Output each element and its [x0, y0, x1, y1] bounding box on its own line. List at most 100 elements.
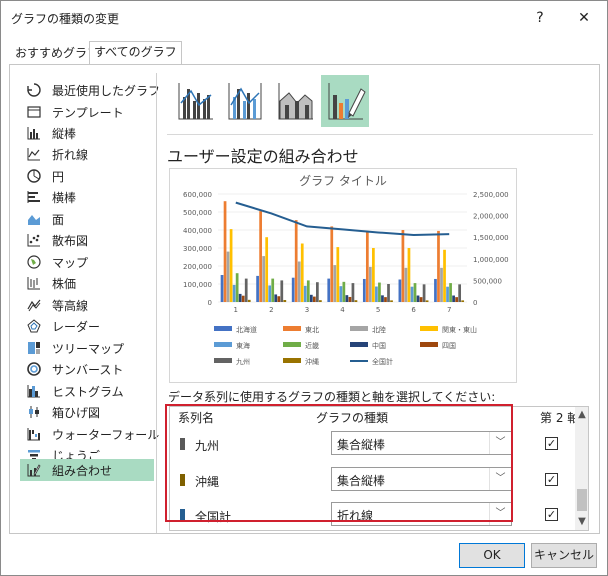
ok-button[interactable]: OK — [459, 543, 525, 568]
sidebar-item-label: ウォーターフォール — [52, 428, 160, 442]
secondary-axis-checkbox[interactable]: ✓ — [545, 473, 558, 486]
sidebar-item-label: マップ — [52, 256, 89, 270]
legend-label: 東海 — [236, 341, 250, 350]
secondary-axis-checkbox[interactable]: ✓ — [545, 508, 558, 521]
pie-chart-icon — [26, 168, 42, 184]
chevron-down-icon[interactable]: ﹀ — [489, 503, 511, 525]
y-tick-label: 400,000 — [183, 227, 212, 235]
cancel-button[interactable]: キャンセル — [531, 543, 597, 568]
bar — [259, 211, 262, 302]
stock-chart-icon — [26, 275, 42, 291]
close-button[interactable]: ✕ — [573, 7, 595, 29]
dialog-title: グラフの種類の変更 — [11, 12, 120, 26]
legend-swatch — [283, 342, 301, 347]
y-tick-label: 600,000 — [183, 191, 212, 199]
y-tick-label: 300,000 — [183, 245, 212, 253]
bar-chart-icon — [26, 189, 42, 205]
sidebar-item-surface-chart[interactable]: 等高線 — [20, 294, 154, 316]
series-scrollbar[interactable]: ▲ ▼ — [575, 407, 588, 530]
bar — [303, 285, 307, 302]
bar — [306, 280, 310, 302]
combo-chart: グラフ タイトル 600,000 500,000 400,000 300,000 200,… — [183, 174, 509, 366]
sidebar-item-label: 組み合わせ — [52, 464, 113, 478]
sidebar-item-histogram-chart[interactable]: ヒストグラム — [20, 380, 154, 402]
legend-label: 東北 — [305, 325, 319, 334]
bar — [327, 278, 331, 302]
series-table: 系列名 グラフの種類 第 2 軸 九州 集合縦棒 ﹀ ✓ 沖縄 集合縦棒 ﹀ ✓ 全国計 折れ線 ﹀… — [169, 406, 589, 531]
sidebar-item-label: 散布図 — [52, 234, 89, 248]
sidebar-item-pie-chart[interactable]: 円 — [20, 165, 154, 187]
y2-tick-label: 0 — [473, 299, 477, 307]
sidebar-item-line-chart[interactable]: 折れ線 — [20, 143, 154, 165]
stacked-area-column-icon[interactable] — [271, 75, 319, 127]
bar — [339, 286, 343, 302]
bar — [401, 230, 405, 302]
sidebar-item-waterfall-chart[interactable]: ウォーターフォール — [20, 423, 159, 445]
sidebar-item-treemap-chart[interactable]: ツリーマップ — [20, 337, 154, 359]
bar — [416, 295, 420, 302]
sidebar-item-template[interactable]: テンプレート — [20, 101, 154, 123]
bar — [312, 296, 316, 302]
sidebar-item-box-whisker-chart[interactable]: 箱ひげ図 — [20, 401, 154, 423]
x-tick-label: 5 — [376, 306, 380, 314]
bar — [452, 295, 455, 302]
clustered-column-line-icon[interactable] — [171, 75, 219, 127]
custom-combination-icon[interactable] — [321, 75, 369, 127]
combo-chart-icon — [26, 462, 42, 478]
line-chart-icon — [26, 146, 42, 162]
clustered-column-line-secondary-icon[interactable] — [221, 75, 269, 127]
chart-type-value: 集合縦棒 — [337, 438, 386, 452]
legend-swatch — [214, 326, 232, 331]
sidebar-item-area-chart[interactable]: 面 — [20, 208, 154, 230]
sidebar-item-label: レーダー — [52, 320, 101, 334]
bar — [294, 220, 298, 302]
scroll-up-arrow-icon[interactable]: ▲ — [575, 407, 588, 423]
chevron-down-icon[interactable]: ﹀ — [489, 468, 511, 490]
legend-swatch — [283, 358, 301, 363]
bar — [226, 251, 230, 302]
chart-options-panel: ユーザー設定の組み合わせ グラフ タイトル 600,000 500,000 400,0… — [157, 65, 599, 533]
bar — [449, 283, 452, 302]
series-color-swatch — [180, 438, 185, 450]
sidebar-item-recent[interactable]: 最近使用したグラフ — [20, 79, 160, 101]
chart-title: グラフ タイトル — [299, 174, 387, 188]
combo-type-title: ユーザー設定の組み合わせ — [167, 147, 359, 166]
waterfall-chart-icon — [26, 426, 42, 442]
series-name: 九州 — [195, 439, 220, 453]
chevron-down-icon[interactable]: ﹀ — [489, 432, 511, 454]
legend-label: 九州 — [236, 357, 250, 366]
scroll-thumb[interactable] — [577, 489, 587, 511]
x-tick-label: 3 — [305, 306, 309, 314]
series-row: 九州 集合縦棒 ﹀ ✓ — [170, 426, 575, 460]
legend-label: 中国 — [372, 341, 386, 350]
chart-type-select[interactable]: 折れ線 ﹀ — [331, 502, 512, 526]
legend-swatch — [283, 326, 301, 331]
bar — [232, 284, 236, 302]
sidebar-item-scatter-chart[interactable]: 散布図 — [20, 229, 154, 251]
legend-swatch — [214, 358, 232, 363]
template-icon — [26, 104, 42, 120]
scroll-down-arrow-icon[interactable]: ▼ — [575, 514, 588, 530]
bar — [407, 248, 411, 302]
legend-swatch — [420, 342, 438, 347]
chart-type-select[interactable]: 集合縦棒 ﹀ — [331, 467, 512, 491]
secondary-axis-checkbox[interactable]: ✓ — [545, 437, 558, 450]
bar — [437, 230, 440, 302]
sidebar-item-column-chart[interactable]: 縦棒 — [20, 122, 154, 144]
tab-all-charts[interactable]: すべてのグラフ — [89, 41, 182, 65]
bar — [378, 282, 381, 302]
legend-label: 沖縄 — [305, 357, 319, 366]
sidebar-item-label: 面 — [52, 213, 65, 227]
chart-type-select[interactable]: 集合縦棒 ﹀ — [331, 431, 512, 455]
sidebar-item-bar-chart[interactable]: 横棒 — [20, 186, 154, 208]
bar — [309, 294, 313, 302]
sidebar-item-combo-chart[interactable]: 組み合わせ — [20, 459, 154, 481]
help-button[interactable]: ? — [529, 7, 551, 29]
chart-preview: グラフ タイトル 600,000 500,000 400,000 300,000 200,… — [169, 168, 517, 383]
sidebar-item-sunburst-chart[interactable]: サンバースト — [20, 358, 154, 380]
bar — [330, 226, 334, 302]
sidebar-item-stock-chart[interactable]: 株価 — [20, 272, 154, 294]
sidebar-item-radar-chart[interactable]: レーダー — [20, 315, 154, 337]
sidebar-item-map-chart[interactable]: マップ — [20, 251, 154, 273]
bar — [369, 266, 372, 302]
